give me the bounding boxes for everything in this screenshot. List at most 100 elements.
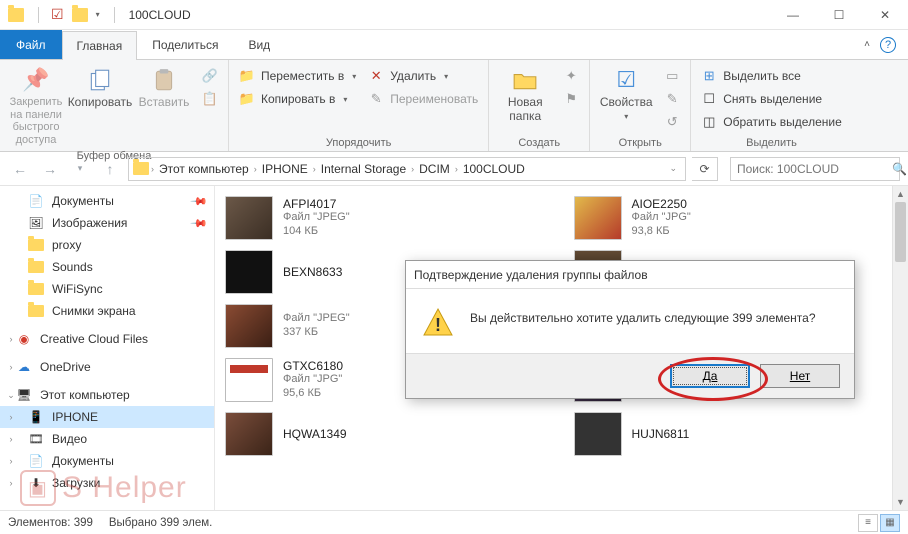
address-bar[interactable]: › Этот компьютер› IPHONE› Internal Stora…	[128, 157, 686, 181]
copy-button[interactable]: Копировать	[70, 64, 130, 112]
help-icon[interactable]: ?	[880, 37, 896, 53]
group-label-open: Открыть	[596, 136, 684, 150]
history-button[interactable]: ↺	[660, 112, 684, 132]
new-item-button[interactable]: ✦	[559, 66, 583, 86]
scroll-down-icon[interactable]: ▼	[893, 494, 908, 510]
tree-item-creative-cloud[interactable]: ›◉Creative Cloud Files	[0, 328, 214, 350]
pin-icon: 📌	[20, 66, 52, 94]
file-size: 104 КБ	[283, 225, 350, 239]
pin-to-quick-access-button[interactable]: 📌 Закрепить на панели быстрого доступа	[6, 64, 66, 149]
tree-item-downloads[interactable]: ›⬇Загрузки	[0, 472, 214, 494]
file-tab[interactable]: Файл	[0, 30, 62, 59]
crumb-0[interactable]: Этот компьютер	[156, 162, 252, 176]
move-icon: 📁	[239, 68, 255, 84]
history-icon: ↺	[664, 114, 680, 130]
tree-item-iphone[interactable]: ›📱IPHONE	[0, 406, 214, 428]
recent-locations-button[interactable]: ▾	[68, 157, 92, 181]
forward-button[interactable]: →	[38, 157, 62, 181]
invert-selection-button[interactable]: ◫Обратить выделение	[697, 112, 846, 132]
qat-dropdown-icon[interactable]: ▾	[96, 10, 100, 19]
pin-icon: 📌	[190, 192, 209, 211]
title-bar: ☑ ▾ 100CLOUD — ☐ ✕	[0, 0, 908, 30]
new-folder-button[interactable]: Новая папка	[495, 64, 555, 126]
easy-access-button[interactable]: ⚑	[559, 89, 583, 109]
search-icon: 🔍	[892, 162, 907, 176]
tiles-view-button[interactable]: ▦	[880, 514, 900, 532]
copyto-icon: 📁	[239, 91, 255, 107]
file-type: Файл "JPG"	[283, 373, 343, 387]
select-all-icon: ⊞	[701, 68, 717, 84]
tree-item-this-pc[interactable]: ⌄🖥Этот компьютер	[0, 384, 214, 406]
rename-button[interactable]: ✎Переименовать	[364, 89, 482, 109]
select-all-button[interactable]: ⊞Выделить все	[697, 66, 846, 86]
open-button[interactable]: ▭	[660, 66, 684, 86]
paste-button[interactable]: Вставить	[134, 64, 194, 112]
ribbon-collapse-icon[interactable]: ˄	[864, 39, 870, 50]
invert-icon: ◫	[701, 114, 717, 130]
tree-item-documents[interactable]: ›📄Документы	[0, 450, 214, 472]
file-thumbnail	[225, 250, 273, 294]
file-item[interactable]: AFPI4017 Файл "JPEG" 104 КБ	[223, 192, 552, 244]
vertical-scrollbar[interactable]: ▲ ▼	[892, 186, 908, 510]
tree-item-onedrive[interactable]: ›☁OneDrive	[0, 356, 214, 378]
up-button[interactable]: ↑	[98, 157, 122, 181]
qat-checkbox-icon[interactable]: ☑	[51, 6, 64, 23]
easy-access-icon: ⚑	[563, 91, 579, 107]
file-item[interactable]: HUJN6811	[572, 408, 901, 460]
file-size: 337 КБ	[283, 326, 350, 340]
path-icon: 🔗	[202, 68, 218, 84]
tree-item[interactable]: WiFiSync	[0, 278, 214, 300]
paste-shortcut-button[interactable]: 📋	[198, 89, 222, 109]
crumb-3[interactable]: DCIM	[416, 162, 453, 176]
tree-item-videos[interactable]: ›🎞Видео	[0, 428, 214, 450]
confirm-delete-dialog: Подтверждение удаления группы файлов ! В…	[405, 260, 855, 399]
delete-button[interactable]: ✕Удалить▾	[364, 66, 482, 86]
qat-folder-icon[interactable]	[72, 8, 88, 22]
file-thumbnail	[225, 196, 273, 240]
scroll-thumb[interactable]	[895, 202, 906, 262]
close-button[interactable]: ✕	[862, 0, 908, 30]
file-size: 95,6 КБ	[283, 387, 343, 401]
search-input[interactable]	[737, 162, 892, 176]
crumb-1[interactable]: IPHONE	[259, 162, 311, 176]
maximize-button[interactable]: ☐	[816, 0, 862, 30]
file-name: AIOE2250	[632, 197, 691, 211]
tab-share[interactable]: Поделиться	[137, 30, 233, 59]
back-button[interactable]: ←	[8, 157, 32, 181]
copy-to-button[interactable]: 📁Копировать в▾	[235, 89, 360, 109]
ribbon-tabs: Файл Главная Поделиться Вид ˄ ?	[0, 30, 908, 60]
minimize-button[interactable]: —	[770, 0, 816, 30]
crumb-4[interactable]: 100CLOUD	[460, 162, 528, 176]
details-view-button[interactable]: ≡	[858, 514, 878, 532]
select-none-button[interactable]: ☐Снять выделение	[697, 89, 846, 109]
warning-icon: !	[422, 307, 454, 339]
tab-view[interactable]: Вид	[233, 30, 285, 59]
file-item[interactable]: AIOE2250 Файл "JPG" 93,8 КБ	[572, 192, 901, 244]
ribbon: 📌 Закрепить на панели быстрого доступа К…	[0, 60, 908, 152]
copy-path-button[interactable]: 🔗	[198, 66, 222, 86]
properties-icon: ☑	[610, 66, 642, 94]
dialog-no-button[interactable]: Нет	[760, 364, 840, 388]
svg-text:!: !	[435, 315, 441, 335]
tree-item[interactable]: proxy	[0, 234, 214, 256]
tree-item[interactable]: 🖼Изображения📌	[0, 212, 214, 234]
refresh-button[interactable]: ⟳	[692, 157, 718, 181]
file-thumbnail	[225, 358, 273, 402]
dialog-yes-button[interactable]: Да	[670, 364, 750, 388]
tree-item[interactable]: 📄Документы📌	[0, 190, 214, 212]
file-name: BEXN8633	[283, 265, 342, 279]
tree-item[interactable]: Sounds	[0, 256, 214, 278]
move-to-button[interactable]: 📁Переместить в▾	[235, 66, 360, 86]
group-label-new: Создать	[495, 136, 583, 150]
file-item[interactable]: HQWA1349	[223, 408, 552, 460]
file-thumbnail	[225, 304, 273, 348]
copy-icon	[84, 66, 116, 94]
file-name: HQWA1349	[283, 427, 347, 441]
crumb-2[interactable]: Internal Storage	[318, 162, 409, 176]
tree-item[interactable]: Снимки экрана	[0, 300, 214, 322]
properties-button[interactable]: ☑ Свойства ▾	[596, 64, 656, 123]
edit-button[interactable]: ✎	[660, 89, 684, 109]
scroll-up-icon[interactable]: ▲	[893, 186, 908, 202]
tab-home[interactable]: Главная	[62, 31, 138, 60]
search-box[interactable]: 🔍	[730, 157, 900, 181]
